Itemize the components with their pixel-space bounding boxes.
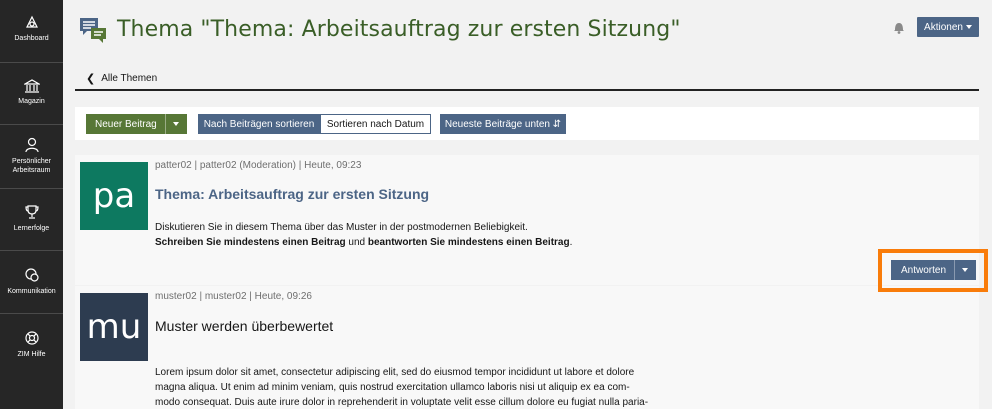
chevron-down-icon[interactable] [962,268,968,272]
body-text: und [345,237,368,248]
sidebar-item-achievements[interactable]: Lernerfolge [0,204,63,233]
sidebar-item-label: ZIM Hilfe [17,351,46,358]
trophy-icon [24,205,39,219]
sort-by-date-button[interactable]: Sortieren nach Datum [320,114,431,134]
reply-button[interactable]: Antworten [891,260,976,280]
actions-dropdown-button[interactable]: Aktionen [917,17,979,37]
sidebar-item-communication[interactable]: Kommunikation [0,267,63,296]
post-body-line: modo consequat. Duis aute irure dolor in… [155,397,649,408]
newest-bottom-label: Neueste Beiträge unten ⇵ [444,118,562,130]
post-body-line: Lorem ipsum dolor sit amet, consectetur … [155,367,635,378]
sidebar-item-label: Kommunikation [7,288,56,295]
new-post-label: Neuer Beitrag [95,118,157,130]
person-icon [24,137,39,153]
forum-post: pa patter02 | patter02 (Moderation) | He… [75,155,979,285]
new-post-dropdown-toggle[interactable] [165,114,187,134]
help-icon [24,331,39,345]
post-body: Lorem ipsum dolor sit amet, consectetur … [155,365,755,409]
post-toolbar: Neuer Beitrag Nach Beiträgen sortieren S… [75,107,979,140]
divider [75,89,979,91]
reply-label: Antworten [901,264,947,276]
split-divider [165,114,166,134]
avatar: mu [80,293,148,361]
dashboard-icon [25,15,38,28]
avatar: pa [80,162,148,230]
newest-bottom-button[interactable]: Neueste Beiträge unten ⇵ [440,114,566,134]
post-meta: patter02 | patter02 (Moderation) | Heute… [155,160,362,171]
chevron-left-icon: ❮ [86,73,96,85]
back-link-all-topics[interactable]: ❮ Alle Themen [86,72,157,85]
page-title: Thema "Thema: Arbeitsauftrag zur ersten … [117,17,681,42]
post-body-line: Schreiben Sie mindestens einen Beitrag u… [155,235,572,250]
post-meta: muster02 | muster02 | Heute, 09:26 [155,291,312,302]
split-divider [954,260,955,280]
emphasis-text: Schreiben Sie mindestens einen Beitrag [155,237,346,248]
bell-icon[interactable] [893,21,905,39]
emphasis-text: beantworten Sie mindestens einen Beitrag [367,237,570,248]
body-text: . [569,237,573,248]
post-body-line: magna aliqua. Ut enim ad minim veniam, q… [155,382,630,393]
sidebar-divider [0,62,63,63]
sidebar-item-workspace[interactable]: Persönlicher Arbeitsraum [0,137,63,175]
post-body-line: Diskutieren Sie in diesem Thema über das… [155,222,528,233]
back-link-label: Alle Themen [101,73,158,84]
chat-icon [24,268,39,282]
sidebar-divider [0,313,63,314]
magazine-icon [23,79,40,93]
actions-label: Aktionen [924,21,963,33]
chevron-down-icon [965,25,972,29]
sort-by-posts-button[interactable]: Nach Beiträgen sortieren [198,114,320,134]
sidebar-item-magazin[interactable]: Magazin [0,79,63,106]
sidebar-divider [0,124,63,125]
new-post-button[interactable]: Neuer Beitrag [86,114,165,134]
forum-post: mu muster02 | muster02 | Heute, 09:26 Mu… [75,286,979,409]
main-sidebar: Dashboard Magazin Persönlicher Arbeitsra… [0,0,63,409]
post-title[interactable]: Muster werden überbewertet [155,318,333,334]
sidebar-divider [0,188,63,189]
sidebar-item-label: Dashboard [14,35,49,42]
chevron-down-icon [173,122,179,126]
sort-by-posts-label: Nach Beiträgen sortieren [203,118,315,130]
sort-by-date-label: Sortieren nach Datum [326,118,425,130]
sidebar-item-label: Persönlicher Arbeitsraum [12,158,51,174]
sidebar-item-dashboard[interactable]: Dashboard [0,14,63,43]
sidebar-divider [0,250,63,251]
sidebar-item-label: Magazin [18,98,45,105]
post-body: Diskutieren Sie in diesem Thema über das… [155,220,572,250]
post-title[interactable]: Thema: Arbeitsauftrag zur ersten Sitzung [155,186,429,202]
sidebar-item-label: Lernerfolge [13,225,50,232]
sidebar-item-help[interactable]: ZIM Hilfe [0,330,63,359]
forum-icon [79,16,107,49]
